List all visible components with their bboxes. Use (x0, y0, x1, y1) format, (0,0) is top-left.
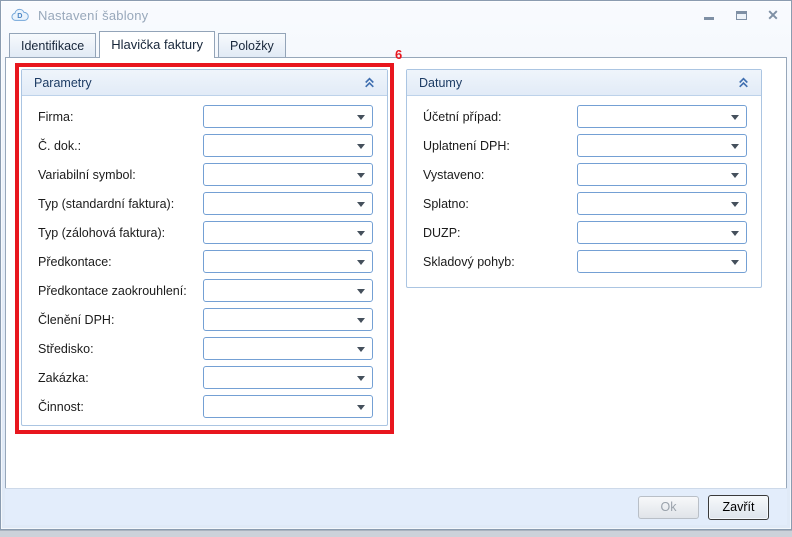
window-controls: ✕ (701, 8, 781, 22)
dropdown-arrow-icon (357, 202, 365, 207)
form-row: Středisko: (38, 334, 373, 363)
form-row: Zakázka: (38, 363, 373, 392)
group-header-datumy: Datumy (407, 70, 761, 96)
combobox[interactable] (577, 105, 747, 128)
combobox[interactable] (577, 250, 747, 273)
dropdown-arrow-icon (357, 318, 365, 323)
combobox[interactable] (203, 250, 373, 273)
field-label: Vystaveno: (423, 168, 577, 182)
field-label: Předkontace zaokrouhlení: (38, 284, 203, 298)
field-label: Uplatnení DPH: (423, 139, 577, 153)
field-label: DUZP: (423, 226, 577, 240)
maximize-button[interactable] (733, 8, 749, 22)
field-label: Splatno: (423, 197, 577, 211)
footer-bar: Ok Zavřít (5, 488, 787, 525)
minimize-button[interactable] (701, 8, 717, 22)
combobox[interactable] (203, 395, 373, 418)
field-label: Předkontace: (38, 255, 203, 269)
dropdown-arrow-icon (357, 144, 365, 149)
form-row: Vystaveno: (423, 160, 747, 189)
group-body: Účetní případ: Uplatnení DPH: Vystaveno: Sp… (407, 96, 761, 276)
cloud-d-icon: D (11, 8, 29, 22)
field-label: Činnost: (38, 400, 203, 414)
dropdown-arrow-icon (357, 115, 365, 120)
combobox[interactable] (577, 192, 747, 215)
form-row: DUZP: (423, 218, 747, 247)
group-title: Datumy (419, 76, 462, 90)
form-row: Uplatnení DPH: (423, 131, 747, 160)
combobox[interactable] (203, 105, 373, 128)
form-row: Členění DPH: (38, 305, 373, 334)
combobox[interactable] (203, 192, 373, 215)
dropdown-arrow-icon (357, 289, 365, 294)
combobox[interactable] (203, 279, 373, 302)
tab-polozky[interactable]: Položky (218, 33, 286, 57)
combobox[interactable] (203, 134, 373, 157)
dropdown-arrow-icon (357, 231, 365, 236)
chevron-double-up-icon[interactable] (361, 75, 377, 91)
combobox[interactable] (577, 163, 747, 186)
dropdown-arrow-icon (731, 173, 739, 178)
form-row: Skladový pohyb: (423, 247, 747, 276)
form-row: Variabilní symbol: (38, 160, 373, 189)
ok-button[interactable]: Ok (638, 496, 699, 519)
form-row: Splatno: (423, 189, 747, 218)
field-label: Členění DPH: (38, 313, 203, 327)
form-row: Předkontace zaokrouhlení: (38, 276, 373, 305)
svg-text:D: D (17, 11, 22, 20)
field-label: Účetní případ: (423, 110, 577, 124)
maximize-icon (736, 11, 747, 20)
combobox[interactable] (203, 308, 373, 331)
dropdown-arrow-icon (357, 405, 365, 410)
field-label: Typ (zálohová faktura): (38, 226, 203, 240)
field-label: Skladový pohyb: (423, 255, 577, 269)
combobox[interactable] (203, 221, 373, 244)
window-title: Nastavení šablony (38, 8, 148, 23)
form-row: Firma: (38, 102, 373, 131)
field-label: Typ (standardní faktura): (38, 197, 203, 211)
group-datumy: Datumy Účetní případ: Uplatnení DPH: Vysta… (406, 69, 762, 288)
dropdown-arrow-icon (357, 347, 365, 352)
field-label: Firma: (38, 110, 203, 124)
dropdown-arrow-icon (357, 173, 365, 178)
tab-strip: IdentifikaceHlavička fakturyPoložky (9, 31, 289, 57)
group-body: Firma: Č. dok.: Variabilní symbol: Typ (sta… (22, 96, 387, 421)
tab-hlavicka-faktury[interactable]: Hlavička faktury (99, 31, 215, 58)
dropdown-arrow-icon (731, 260, 739, 265)
form-row: Činnost: (38, 392, 373, 421)
field-label: Č. dok.: (38, 139, 203, 153)
close-dialog-button[interactable]: Zavřít (708, 495, 769, 520)
field-label: Středisko: (38, 342, 203, 356)
field-label: Zakázka: (38, 371, 203, 385)
close-button[interactable]: ✕ (765, 8, 781, 22)
annotation-number: 6 (395, 47, 402, 62)
chevron-double-up-icon[interactable] (735, 75, 751, 91)
combobox[interactable] (203, 163, 373, 186)
dropdown-arrow-icon (731, 231, 739, 236)
field-label: Variabilní symbol: (38, 168, 203, 182)
dropdown-arrow-icon (731, 115, 739, 120)
close-icon: ✕ (767, 8, 779, 22)
minimize-icon (704, 17, 714, 20)
combobox[interactable] (577, 134, 747, 157)
form-row: Předkontace: (38, 247, 373, 276)
dialog-window: D Nastavení šablony ✕ IdentifikaceHlavič… (0, 0, 792, 530)
combobox[interactable] (203, 366, 373, 389)
group-title: Parametry (34, 76, 92, 90)
dropdown-arrow-icon (731, 144, 739, 149)
title-bar: D Nastavení šablony ✕ (1, 1, 791, 29)
dropdown-arrow-icon (731, 202, 739, 207)
tab-identifikace[interactable]: Identifikace (9, 33, 96, 57)
form-row: Typ (zálohová faktura): (38, 218, 373, 247)
dropdown-arrow-icon (357, 260, 365, 265)
combobox[interactable] (203, 337, 373, 360)
form-row: Typ (standardní faktura): (38, 189, 373, 218)
form-row: Účetní případ: (423, 102, 747, 131)
combobox[interactable] (577, 221, 747, 244)
group-parametry: Parametry Firma: Č. dok.: Variabilní symbo… (21, 69, 388, 426)
form-row: Č. dok.: (38, 131, 373, 160)
group-header-parametry: Parametry (22, 70, 387, 96)
dropdown-arrow-icon (357, 376, 365, 381)
